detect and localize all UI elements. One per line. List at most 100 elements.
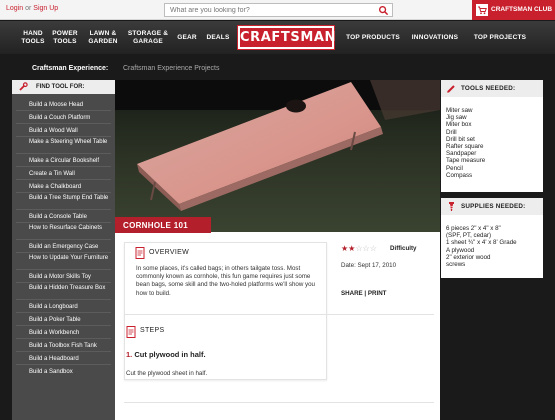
sidebar-separator <box>16 338 111 339</box>
breadcrumb-section[interactable]: Craftsman Experience: <box>32 65 108 72</box>
nav-label-line2: TOOLS <box>21 38 45 45</box>
divider <box>124 314 434 315</box>
nav-label-line2: GARDEN <box>88 38 118 45</box>
project-content: CORNHOLE 101 OVERVIEW In some places, it… <box>115 80 440 420</box>
cart-icon <box>476 4 488 16</box>
sidebar-item[interactable]: Build an Emergency Case <box>12 244 115 251</box>
sidebar-heading: FIND TOOL FOR: <box>12 80 115 94</box>
login-links: Login or Sign Up <box>6 5 58 12</box>
nav-storage-garage[interactable]: STORAGE & GARAGE <box>125 30 171 46</box>
sidebar-separator <box>16 364 111 365</box>
supply-item: (SPF, PT, cedar) <box>446 232 492 240</box>
craftsman-club-button[interactable]: CRAFTSMAN CLUB <box>472 0 555 20</box>
tool-item: Miter box <box>446 121 472 129</box>
sidebar-item[interactable]: Build a Tree Stump End Table <box>12 195 115 202</box>
tool-item: Jig saw <box>446 114 467 122</box>
tool-item: Compass <box>446 171 473 179</box>
sidebar-item[interactable]: Make a Circular Bookshelf <box>12 158 115 165</box>
project-date: Date: Sept 17, 2010 <box>341 262 397 269</box>
signup-link[interactable]: Sign Up <box>33 5 58 12</box>
nav-top-projects[interactable]: TOP PROJECTS <box>471 34 529 42</box>
share-print: SHARE | PRINT <box>341 290 386 297</box>
document-icon <box>126 326 136 338</box>
difficulty-stars: ★★☆☆☆ <box>341 244 377 253</box>
sidebar-separator <box>16 269 111 270</box>
craftsman-logo[interactable]: CRAFTSMAN <box>238 26 335 49</box>
sidebar-item[interactable]: Build a Motor Skills Toy <box>12 274 115 281</box>
sidebar-item[interactable]: Build a Toolbox Fish Tank <box>12 343 115 350</box>
steps-header: STEPS <box>126 325 206 338</box>
share-link[interactable]: SHARE <box>341 290 363 297</box>
nav-deals[interactable]: DEALS <box>204 34 232 42</box>
sidebar-item[interactable]: Build a Couch Platform <box>12 115 115 122</box>
supplies-needed-header: SUPPLIES NEEDED: <box>441 198 543 215</box>
nav-lawn-garden[interactable]: LAWN & GARDEN <box>86 30 120 46</box>
sidebar-separator <box>16 192 111 193</box>
pencil-icon <box>447 85 455 93</box>
difficulty-label: Difficulty <box>390 245 417 252</box>
project-title-tag: CORNHOLE 101 <box>115 217 211 233</box>
sidebar-item[interactable]: Build a Console Table <box>12 214 115 221</box>
nav-label-line2: TOOLS <box>53 38 77 45</box>
print-link[interactable]: PRINT <box>368 290 387 297</box>
sidebar-item[interactable]: Build a Headboard <box>12 356 115 363</box>
sidebar-item[interactable]: Build a Hidden Treasure Box <box>12 285 115 292</box>
sidebar-item[interactable]: Make a Steering Wheel Table <box>12 139 115 146</box>
nav-top-products[interactable]: TOP PRODUCTS <box>344 34 402 42</box>
tool-item: Pencil <box>446 164 463 172</box>
sidebar-item[interactable]: Build a Longboard <box>12 304 115 311</box>
tools-needed-title: TOOLS NEEDED: <box>461 85 516 92</box>
tool-item: Tape measure <box>446 157 486 165</box>
tools-list: Miter saw Jig saw Miter box Drill Drill bit … <box>446 107 485 179</box>
screw-icon <box>449 202 454 211</box>
nav-innovations[interactable]: INNOVATIONS <box>409 34 461 42</box>
login-or: or <box>25 5 32 12</box>
step-1-heading: Cut plywood in half. <box>134 350 206 359</box>
sidebar-separator <box>16 325 111 326</box>
sidebar-heading-label: FIND TOOL FOR: <box>36 84 85 90</box>
sidebar-item[interactable]: Build a Moose Head <box>12 102 115 109</box>
overview-title: OVERVIEW <box>149 249 190 256</box>
breadcrumb-current[interactable]: Craftsman Experience Projects <box>123 65 219 72</box>
star-empty-icon: ☆ <box>355 244 363 253</box>
sidebar-item[interactable]: Make a Chalkboard <box>12 184 115 191</box>
tool-item: Drill <box>446 128 457 136</box>
nav-power-tools[interactable]: POWER TOOLS <box>51 30 79 46</box>
nav-gear[interactable]: GEAR <box>175 34 199 42</box>
login-link[interactable]: Login <box>6 5 23 12</box>
sidebar-item[interactable]: Build a Workbench <box>12 330 115 337</box>
sidebar-separator <box>16 351 111 352</box>
sidebar-separator <box>16 166 111 167</box>
sidebar-separator <box>16 239 111 240</box>
supply-item: 2" exterior wood <box>446 253 491 261</box>
main-navigation: HAND TOOLS POWER TOOLS LAWN & GARDEN STO… <box>0 21 555 54</box>
star-empty-icon: ☆ <box>362 244 370 253</box>
search-input[interactable] <box>165 4 370 16</box>
nav-hand-tools[interactable]: HAND TOOLS <box>20 30 46 46</box>
document-icon <box>135 247 145 259</box>
supply-item: screws <box>446 261 466 269</box>
sidebar-item[interactable]: How to Update Your Furniture <box>12 255 115 262</box>
supply-item: A plywood <box>446 246 475 254</box>
search-icon[interactable] <box>378 5 389 16</box>
sidebar-separator <box>16 136 111 137</box>
nav-label-line1: POWER <box>52 30 78 37</box>
sidebar-item[interactable]: Build a Sandbox <box>12 369 115 376</box>
sidebar-item[interactable]: Create a Tin Wall <box>12 171 115 178</box>
sidebar-separator <box>16 123 111 124</box>
star-empty-icon: ☆ <box>369 244 377 253</box>
step-1-text: Cut the plywood sheet in half. <box>126 370 208 377</box>
sidebar-separator <box>16 153 111 154</box>
supplies-needed-title: SUPPLIES NEEDED: <box>461 203 526 210</box>
utility-bar: Login or Sign Up CRAFTSMAN CLUB <box>0 0 555 20</box>
project-hero-image <box>115 80 440 232</box>
sidebar-item[interactable]: Build a Poker Table <box>12 317 115 324</box>
sidebar-separator <box>16 312 111 313</box>
sidebar-item[interactable]: How to Resurface Cabinets <box>12 225 115 232</box>
tool-sidebar: FIND TOOL FOR: Build a Moose Head Build a… <box>12 80 115 420</box>
nav-label-line1: GEAR <box>177 34 197 41</box>
supply-item: 1 sheet ¾" x 4' x 8' Grade <box>446 239 517 247</box>
tool-item: Drill bit set <box>446 135 475 143</box>
breadcrumb: Craftsman Experience: Craftsman Experien… <box>0 62 555 76</box>
sidebar-item[interactable]: Build a Wood Wall <box>12 128 115 135</box>
